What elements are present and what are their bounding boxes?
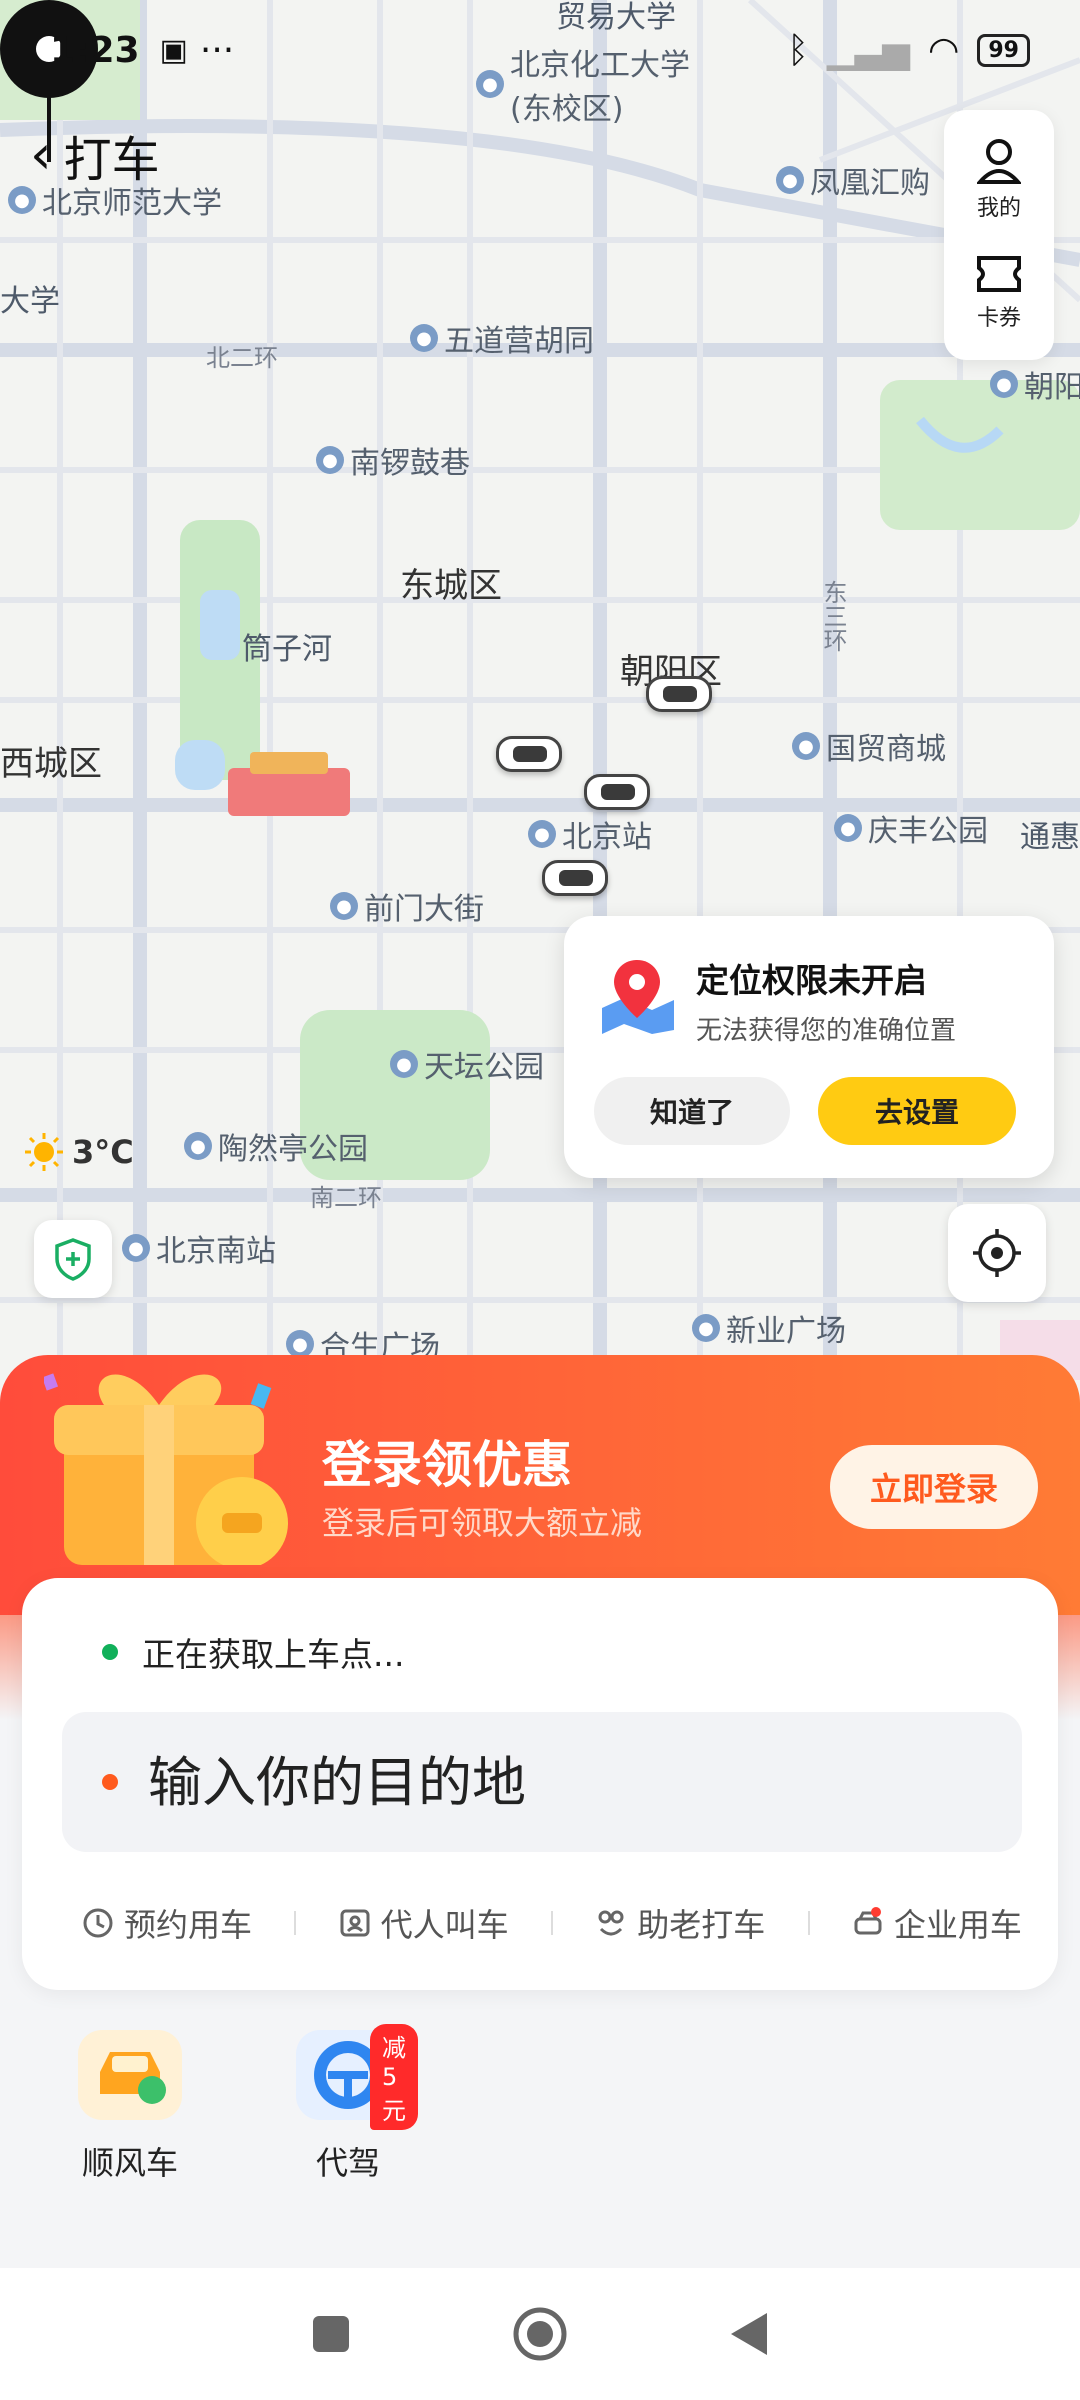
poi-icon: ● <box>286 1330 314 1358</box>
car-icon <box>646 676 712 712</box>
user-icon <box>976 139 1021 184</box>
status-bar: 1:23 ▣ ··· ᛒ ▁▃▅ ◠ 99 <box>0 0 1080 100</box>
id-card-icon <box>340 1909 370 1937</box>
service-grid: 顺风车 减5元 代驾 <box>60 2024 418 2184</box>
safety-button[interactable] <box>34 1220 112 1298</box>
wifi-icon: ◠ <box>927 29 960 71</box>
location-permission-card: 定位权限未开启 无法获得您的准确位置 知道了 去设置 <box>564 916 1054 1178</box>
elderly-icon <box>598 1910 624 1936</box>
status-time: 1:23 <box>50 29 140 71</box>
bluetooth-icon: ᛒ <box>787 29 809 71</box>
divider <box>807 1911 810 1935</box>
weather-widget: 3°C <box>24 1132 134 1172</box>
poi-icon: ● <box>990 370 1018 398</box>
back-arrow-icon[interactable]: ‹ <box>30 128 52 182</box>
car-icon <box>584 774 650 810</box>
battery-icon: 99 <box>977 33 1030 67</box>
option-proxy[interactable]: 代人叫车 <box>339 1900 509 1946</box>
option-elderly[interactable]: 助老打车 <box>595 1900 765 1946</box>
poi-icon: ● <box>8 186 36 214</box>
login-now-button[interactable]: 立即登录 <box>830 1445 1038 1529</box>
divider <box>294 1911 297 1935</box>
service-chauffeur-label: 代驾 <box>315 2144 380 2182</box>
locate-button[interactable] <box>948 1204 1046 1302</box>
divider <box>550 1911 553 1935</box>
shield-plus-icon <box>55 1238 91 1281</box>
poi-icon: ● <box>692 1314 720 1342</box>
option-proxy-label: 代人叫车 <box>380 1906 509 1944</box>
mine-label: 我的 <box>976 196 1021 221</box>
ride-options: 预约用车 代人叫车 助老打车 企业用车 <box>82 1900 1022 1946</box>
side-menu: 我的 卡券 <box>944 110 1054 360</box>
dismiss-button[interactable]: 知道了 <box>594 1077 790 1145</box>
service-chauffeur[interactable]: 减5元 代驾 <box>278 2024 418 2184</box>
home-icon[interactable] <box>512 2306 568 2362</box>
signal-icon: ▁▃▅ <box>826 29 910 71</box>
option-reserve-label: 预约用车 <box>124 1906 253 1944</box>
poi-icon: ● <box>184 1132 212 1160</box>
poi-icon: ● <box>792 732 820 760</box>
poi-icon: ● <box>390 1050 418 1078</box>
permission-title: 定位权限未开启 <box>696 961 927 1000</box>
more-dots-icon: ··· <box>199 29 235 71</box>
option-reserve[interactable]: 预约用车 <box>82 1900 252 1946</box>
order-card: 正在获取上车点... 预约用车 代人叫车 助老打车 企业 <box>22 1578 1058 1990</box>
destination-input[interactable] <box>148 1750 968 1814</box>
poi-icon: ● <box>528 820 556 848</box>
map-view[interactable]: 贸易大学 ● 北京化工大学 (东校区) ● 北京师范大学 大学 ● 凤凰汇购 北二环 ●… <box>0 0 1080 1400</box>
option-elderly-label: 助老打车 <box>637 1906 766 1944</box>
clock-icon <box>83 1908 113 1938</box>
map-pin-icon <box>602 960 674 1034</box>
coupon-button[interactable]: 卡券 <box>975 254 1023 332</box>
poi-icon: ● <box>122 1234 150 1262</box>
page-title: 打车 <box>63 132 160 188</box>
poi-icon: ● <box>776 166 804 194</box>
destination-box[interactable] <box>62 1712 1022 1852</box>
service-carpool[interactable]: 顺风车 <box>60 2030 200 2184</box>
car-icon <box>542 860 608 896</box>
service-carpool-label: 顺风车 <box>81 2144 178 2182</box>
gallery-icon: ▣ <box>159 32 188 68</box>
taxi-screen: 贸易大学 ● 北京化工大学 (东校区) ● 北京师范大学 大学 ● 凤凰汇购 北二环 ●… <box>0 0 1080 2400</box>
crosshair-icon <box>973 1229 1021 1277</box>
page-header: ‹ 打车 <box>30 120 160 190</box>
carpool-icon <box>78 2030 182 2120</box>
option-enterprise-label: 企业用车 <box>893 1906 1022 1944</box>
gift-icon <box>44 1373 288 1565</box>
weather-temp: 3°C <box>72 1133 134 1171</box>
enterprise-car-icon <box>854 1907 882 1935</box>
go-settings-button[interactable]: 去设置 <box>818 1077 1016 1145</box>
login-promo-banner[interactable]: 登录领优惠 登录后可领取大额立减 立即登录 <box>0 1355 1080 1615</box>
pickup-dot-icon <box>102 1644 118 1660</box>
sun-icon <box>25 1133 63 1171</box>
back-triangle-icon[interactable] <box>729 2311 769 2357</box>
poi-icon: ● <box>316 446 344 474</box>
promo-subtitle: 登录后可领取大额立减 <box>322 1504 643 1542</box>
poi-icon: ● <box>834 814 862 842</box>
destination-dot-icon <box>102 1774 118 1790</box>
system-nav-bar <box>0 2268 1080 2400</box>
recents-icon[interactable] <box>311 2314 351 2354</box>
mine-button[interactable]: 我的 <box>976 138 1021 222</box>
discount-badge: 减5元 <box>370 2024 418 2130</box>
ticket-icon <box>977 256 1021 292</box>
poi-icon: ● <box>330 892 358 920</box>
promo-title: 登录领优惠 <box>322 1436 572 1494</box>
option-enterprise[interactable]: 企业用车 <box>852 1900 1022 1946</box>
coupon-label: 卡券 <box>976 306 1021 331</box>
pickup-row[interactable]: 正在获取上车点... <box>102 1628 404 1676</box>
pickup-text: 正在获取上车点... <box>142 1635 405 1674</box>
tiananmen-icon <box>228 768 350 816</box>
poi-icon: ● <box>410 324 438 352</box>
car-icon <box>496 736 562 772</box>
permission-subtitle: 无法获得您的准确位置 <box>696 1016 957 1046</box>
